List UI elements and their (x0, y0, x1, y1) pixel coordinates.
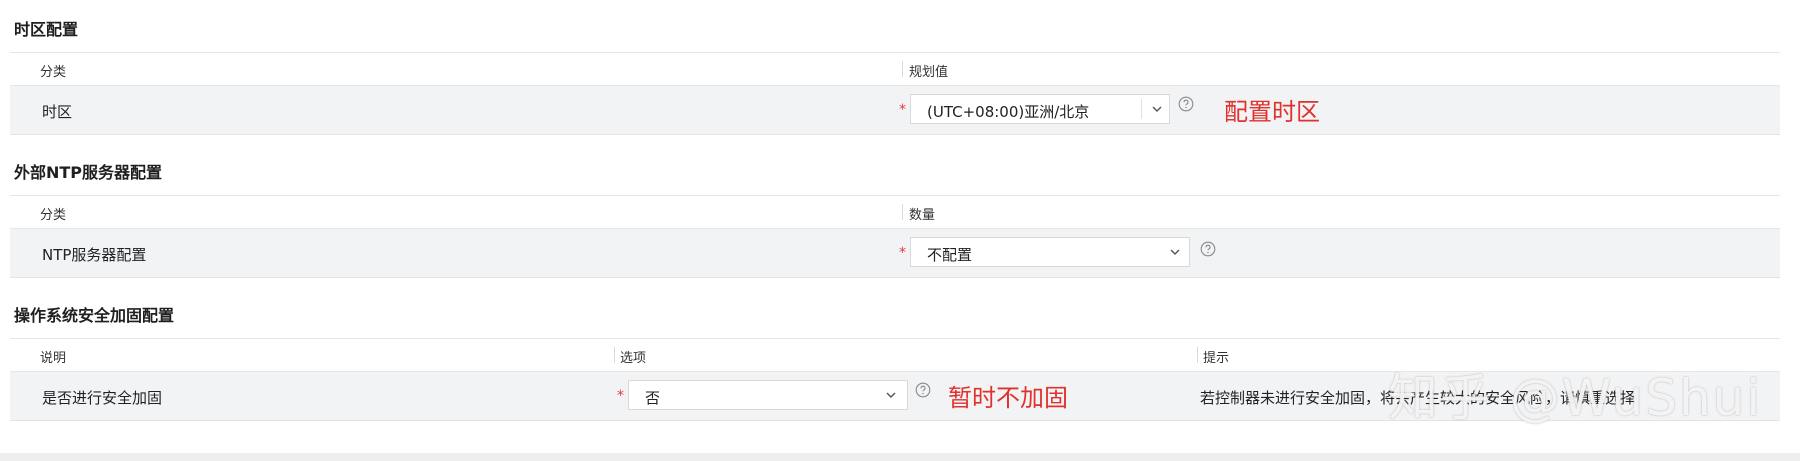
column-divider (614, 347, 615, 363)
ntp-select-value: 不配置 (927, 246, 973, 264)
column-header: 分类 (40, 208, 67, 223)
required-mark: * (617, 388, 624, 404)
timezone-select[interactable]: (UTC+08:00)亚洲/北京 (910, 94, 1170, 124)
row-label: NTP服务器配置 (42, 246, 147, 264)
security-hardening-select[interactable]: 否 (628, 380, 908, 410)
column-header: 规划值 (909, 65, 949, 80)
select-divider (1141, 99, 1142, 119)
help-circle-icon[interactable] (915, 382, 931, 398)
column-header: 说明 (40, 351, 67, 366)
table-row: NTP服务器配置 * 不配置 (10, 229, 1780, 278)
section-title-security: 操作系统安全加固配置 (14, 306, 175, 325)
help-circle-icon[interactable] (1200, 241, 1216, 257)
annotation-timezone: 配置时区 (1224, 98, 1320, 126)
ntp-table: 分类 数量 NTP服务器配置 * 不配置 (10, 195, 1780, 278)
table-header: 分类 规划值 (10, 52, 1780, 86)
annotation-security: 暂时不加固 (948, 384, 1068, 412)
chevron-down-icon[interactable] (1169, 246, 1181, 258)
column-divider (902, 204, 903, 220)
column-header: 提示 (1203, 351, 1230, 366)
column-divider (1197, 347, 1198, 363)
ntp-count-select[interactable]: 不配置 (910, 237, 1190, 267)
chevron-down-icon[interactable] (885, 389, 897, 401)
row-label: 时区 (42, 103, 73, 121)
required-mark: * (899, 102, 906, 118)
row-label: 是否进行安全加固 (42, 389, 163, 407)
watermark: 知乎 @WuShui (1388, 369, 1763, 427)
bottom-divider (0, 453, 1800, 461)
section-title-timezone: 时区配置 (14, 20, 79, 39)
security-select-value: 否 (645, 389, 661, 407)
table-header: 分类 数量 (10, 195, 1780, 229)
column-header: 分类 (40, 65, 67, 80)
column-header: 选项 (620, 351, 647, 366)
column-header: 数量 (909, 208, 936, 223)
column-divider (902, 61, 903, 77)
section-title-ntp: 外部NTP服务器配置 (14, 163, 163, 182)
help-circle-icon[interactable] (1178, 96, 1194, 112)
timezone-select-value: (UTC+08:00)亚洲/北京 (927, 103, 1090, 121)
timezone-table: 分类 规划值 时区 * (UTC+08:00)亚洲/北京 配置时区 (10, 52, 1780, 135)
chevron-down-icon[interactable] (1151, 103, 1163, 115)
required-mark: * (899, 245, 906, 261)
table-row: 时区 * (UTC+08:00)亚洲/北京 配置时区 (10, 86, 1780, 135)
